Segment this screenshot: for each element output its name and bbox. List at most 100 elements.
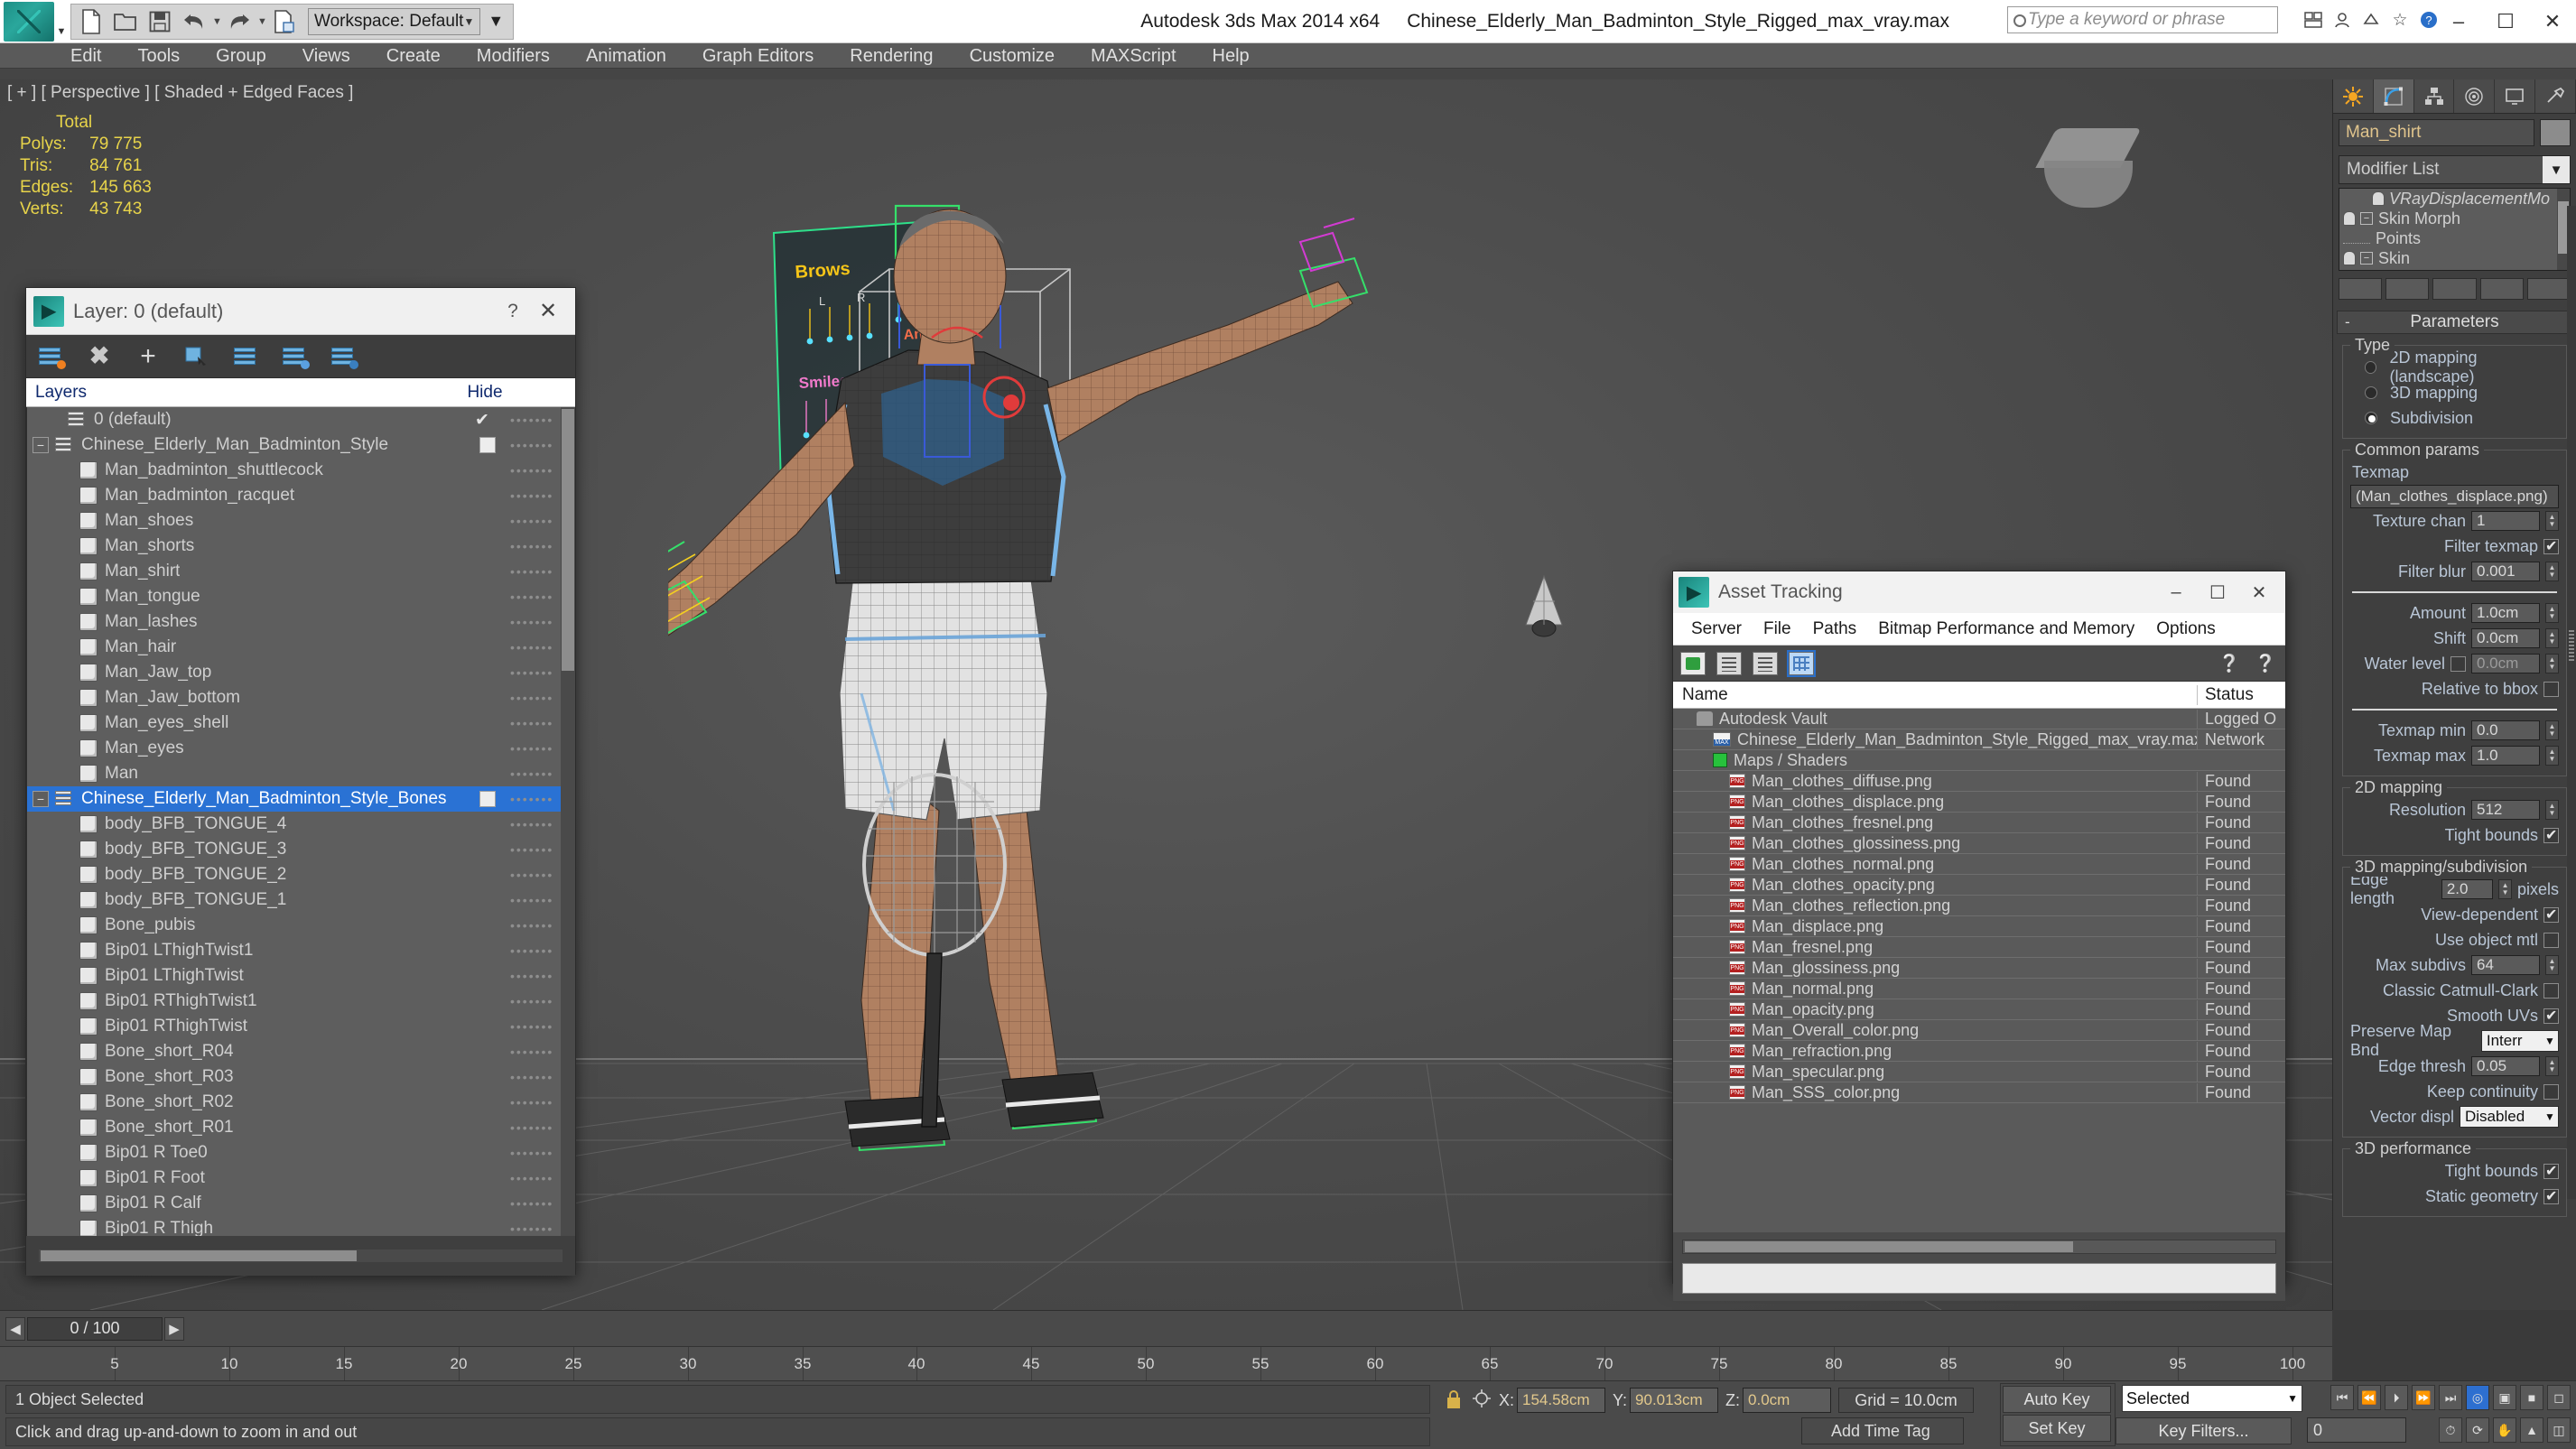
asset-list-item[interactable]: Man_displace.png Found: [1673, 916, 2285, 937]
create-tab[interactable]: [2333, 79, 2374, 113]
command-panel-scrollbar[interactable]: [2567, 206, 2576, 1199]
next-frame-button[interactable]: ⏩: [2412, 1385, 2435, 1410]
layer-list-item[interactable]: Man_Jaw_bottom •••••••: [27, 685, 575, 711]
modifier-stack-item[interactable]: Envelope: [2339, 268, 2570, 271]
delete-layer-icon[interactable]: ✖: [84, 341, 115, 372]
modifier-expand-icon[interactable]: −: [2360, 252, 2373, 265]
layer-list-item[interactable]: Bip01 R Toe0 •••••••: [27, 1140, 575, 1166]
exchange-app-icon[interactable]: [2359, 7, 2383, 33]
layer-list-item[interactable]: Bip01 RThighTwist1 •••••••: [27, 989, 575, 1014]
project-folder-icon[interactable]: [268, 6, 301, 37]
show-end-result-button[interactable]: [2385, 278, 2430, 300]
texmap-max-field[interactable]: 1.0: [2471, 746, 2540, 766]
select-highlighted-objects-icon[interactable]: [230, 341, 261, 372]
asset-list-item[interactable]: Autodesk Vault Logged O: [1673, 709, 2285, 729]
menu-item-group[interactable]: Group: [198, 43, 284, 69]
min-max-toggle-button[interactable]: ◫: [2547, 1417, 2571, 1443]
create-new-layer-icon[interactable]: [35, 341, 66, 372]
menu-item-tools[interactable]: Tools: [119, 43, 198, 69]
asset-list-item[interactable]: Man_fresnel.png Found: [1673, 937, 2285, 958]
zoom-extents-button[interactable]: ◎: [2466, 1385, 2489, 1410]
undo-icon[interactable]: [178, 6, 210, 37]
layer-visible-check[interactable]: ✔: [472, 410, 492, 431]
water-level-field[interactable]: 0.0cm: [2471, 654, 2540, 673]
layer-list-item[interactable]: Bip01 R Calf •••••••: [27, 1191, 575, 1216]
object-name-field[interactable]: Man_shirt: [2339, 119, 2534, 146]
layer-list-item[interactable]: Bip01 LThighTwist •••••••: [27, 963, 575, 989]
asset-list-item[interactable]: Man_clothes_glossiness.png Found: [1673, 833, 2285, 854]
sign-in-icon[interactable]: [2330, 7, 2354, 33]
next-frame-button[interactable]: ▶: [164, 1316, 184, 1341]
redo-dropdown-icon[interactable]: ▼: [257, 16, 267, 27]
asset-list-item[interactable]: Maps / Shaders: [1673, 750, 2285, 771]
badminton-racquet-object[interactable]: [844, 766, 1043, 1145]
type-option-subdivision[interactable]: Subdivision: [2350, 405, 2559, 431]
layer-list-item[interactable]: Bone_short_R01 •••••••: [27, 1115, 575, 1140]
asset-menu-paths[interactable]: Paths: [1802, 619, 1868, 639]
layer-list-item[interactable]: Man_hair •••••••: [27, 635, 575, 660]
edge-thresh-field[interactable]: 0.05: [2471, 1056, 2540, 1076]
modifier-enable-icon[interactable]: [2343, 211, 2356, 226]
radio-2d-mapping[interactable]: [2365, 361, 2377, 374]
asset-scroll-thumb[interactable]: [1685, 1241, 2073, 1252]
static-geometry-checkbox[interactable]: [2543, 1187, 2559, 1205]
modifier-expand-icon[interactable]: −: [2360, 212, 2373, 225]
max-subdivs-spinner[interactable]: ▲ ▼: [2545, 955, 2559, 975]
asset-list-item[interactable]: Man_specular.png Found: [1673, 1062, 2285, 1082]
configure-modifier-sets-button[interactable]: [2526, 278, 2571, 300]
layer-list-item[interactable]: Man_eyes •••••••: [27, 736, 575, 761]
layer-properties-icon[interactable]: [328, 341, 358, 372]
absolute-relative-toggle-icon[interactable]: [1472, 1389, 1492, 1412]
use-object-mtl-checkbox[interactable]: [2543, 932, 2559, 948]
select-objects-in-layer-icon[interactable]: [181, 341, 212, 372]
modify-tab[interactable]: [2373, 79, 2414, 113]
undo-dropdown-icon[interactable]: ▼: [212, 16, 222, 27]
layer-list-item[interactable]: body_BFB_TONGUE_2 •••••••: [27, 862, 575, 887]
motion-tab[interactable]: [2454, 79, 2496, 113]
grid-view-icon[interactable]: [1787, 649, 1816, 677]
redo-icon[interactable]: [223, 6, 256, 37]
relative-bbox-checkbox[interactable]: [2543, 681, 2559, 697]
view-cube[interactable]: [2035, 125, 2142, 219]
utilities-tab[interactable]: [2535, 79, 2576, 113]
layer-list-item[interactable]: Man_eyes_shell •••••••: [27, 711, 575, 736]
layer-list-item[interactable]: Bip01 R Thigh •••••••: [27, 1216, 575, 1236]
search-input[interactable]: Type a keyword or phrase: [2007, 6, 2278, 33]
layer-hide-checkbox[interactable]: [479, 791, 496, 807]
maximize-viewport-button[interactable]: ◻: [2547, 1385, 2571, 1410]
texmap-min-spinner[interactable]: ▲ ▼: [2545, 720, 2559, 740]
layer-list-item[interactable]: Bone_short_R04 •••••••: [27, 1039, 575, 1064]
max-subdivs-field[interactable]: 64: [2471, 955, 2540, 975]
current-frame-display[interactable]: 0 / 100: [27, 1316, 163, 1341]
amount-field[interactable]: 1.0cm: [2471, 603, 2540, 623]
walkthrough-button[interactable]: ▲: [2520, 1417, 2543, 1443]
expand-collapse-icon[interactable]: −: [33, 437, 49, 453]
edge-thresh-spinner[interactable]: ▲ ▼: [2545, 1056, 2559, 1076]
modifier-stack-item[interactable]: Points: [2339, 228, 2570, 248]
radio-3d-mapping[interactable]: [2365, 386, 2377, 399]
rigged-character-model[interactable]: [668, 188, 1625, 1310]
asset-horizontal-scrollbar[interactable]: [1682, 1240, 2276, 1254]
object-color-swatch[interactable]: [2540, 119, 2571, 146]
keep-continuity-checkbox[interactable]: [2543, 1083, 2559, 1100]
asset-menu-server[interactable]: Server: [1680, 619, 1753, 639]
layer-list-item[interactable]: body_BFB_TONGUE_3 •••••••: [27, 837, 575, 862]
z-field[interactable]: 0.0cm: [1743, 1388, 1832, 1413]
asset-list-item[interactable]: Man_refraction.png Found: [1673, 1041, 2285, 1062]
asset-list-item[interactable]: Man_opacity.png Found: [1673, 999, 2285, 1020]
layer-help-button[interactable]: ?: [498, 301, 528, 322]
modifier-stack-item[interactable]: − Skin Morph: [2339, 209, 2570, 228]
asset-list-item[interactable]: Man_clothes_displace.png Found: [1673, 792, 2285, 813]
layer-list-item[interactable]: Man_shoes •••••••: [27, 508, 575, 534]
layer-list-item[interactable]: body_BFB_TONGUE_1 •••••••: [27, 887, 575, 913]
asset-minimize-button[interactable]: –: [2155, 572, 2197, 612]
asset-list-item[interactable]: Man_glossiness.png Found: [1673, 958, 2285, 979]
expand-collapse-icon[interactable]: −: [33, 791, 49, 807]
layer-list-item[interactable]: Bip01 R Foot •••••••: [27, 1166, 575, 1191]
asset-menu-options[interactable]: Options: [2145, 619, 2226, 639]
command-panel-scroll-grip[interactable]: [2569, 630, 2574, 663]
menu-item-modifiers[interactable]: Modifiers: [459, 43, 568, 69]
maximize-button[interactable]: ☐: [2482, 0, 2529, 43]
x-field[interactable]: 154.58cm: [1517, 1388, 1606, 1413]
asset-list-item[interactable]: Chinese_Elderly_Man_Badminton_Style_Rigg…: [1673, 729, 2285, 750]
